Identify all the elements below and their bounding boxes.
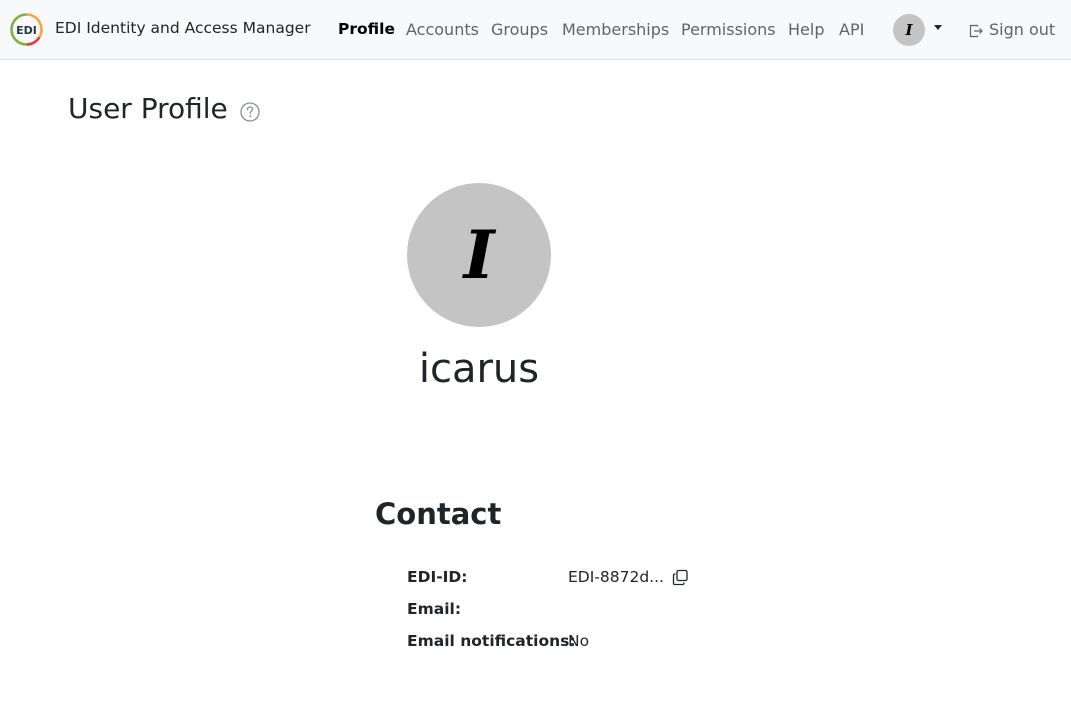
contact-section-title: Contact: [375, 497, 502, 531]
email-label: Email:: [407, 600, 462, 618]
edi-id-label: EDI-ID:: [407, 568, 468, 586]
edi-id-value: EDI-8872d...: [568, 568, 664, 586]
user-menu-avatar[interactable]: I: [893, 14, 925, 46]
nav-memberships[interactable]: Memberships: [562, 20, 669, 39]
user-menu-caret-icon[interactable]: [934, 25, 942, 30]
brand-title[interactable]: EDI Identity and Access Manager: [55, 19, 311, 37]
edi-logo-icon[interactable]: EDI: [10, 13, 43, 46]
page-title: User Profile: [68, 92, 228, 125]
nav-profile[interactable]: Profile: [338, 20, 395, 38]
sign-out-icon: [969, 24, 983, 38]
profile-avatar: I: [407, 183, 551, 327]
nav-accounts[interactable]: Accounts: [406, 20, 479, 39]
nav-help[interactable]: Help: [788, 20, 824, 39]
sign-out-label: Sign out: [989, 20, 1056, 39]
profile-username: icarus: [418, 346, 540, 392]
logo-text: EDI: [16, 24, 37, 37]
question-circle-icon[interactable]: [240, 102, 260, 122]
copy-icon[interactable]: [672, 569, 689, 586]
nav-permissions[interactable]: Permissions: [681, 20, 776, 39]
nav-groups[interactable]: Groups: [491, 20, 548, 39]
navbar: EDI EDI Identity and Access Manager Prof…: [0, 0, 1071, 60]
email-notifications-label: Email notifications:: [407, 632, 576, 650]
nav-api[interactable]: API: [839, 20, 864, 39]
email-notifications-value: No: [568, 632, 590, 650]
